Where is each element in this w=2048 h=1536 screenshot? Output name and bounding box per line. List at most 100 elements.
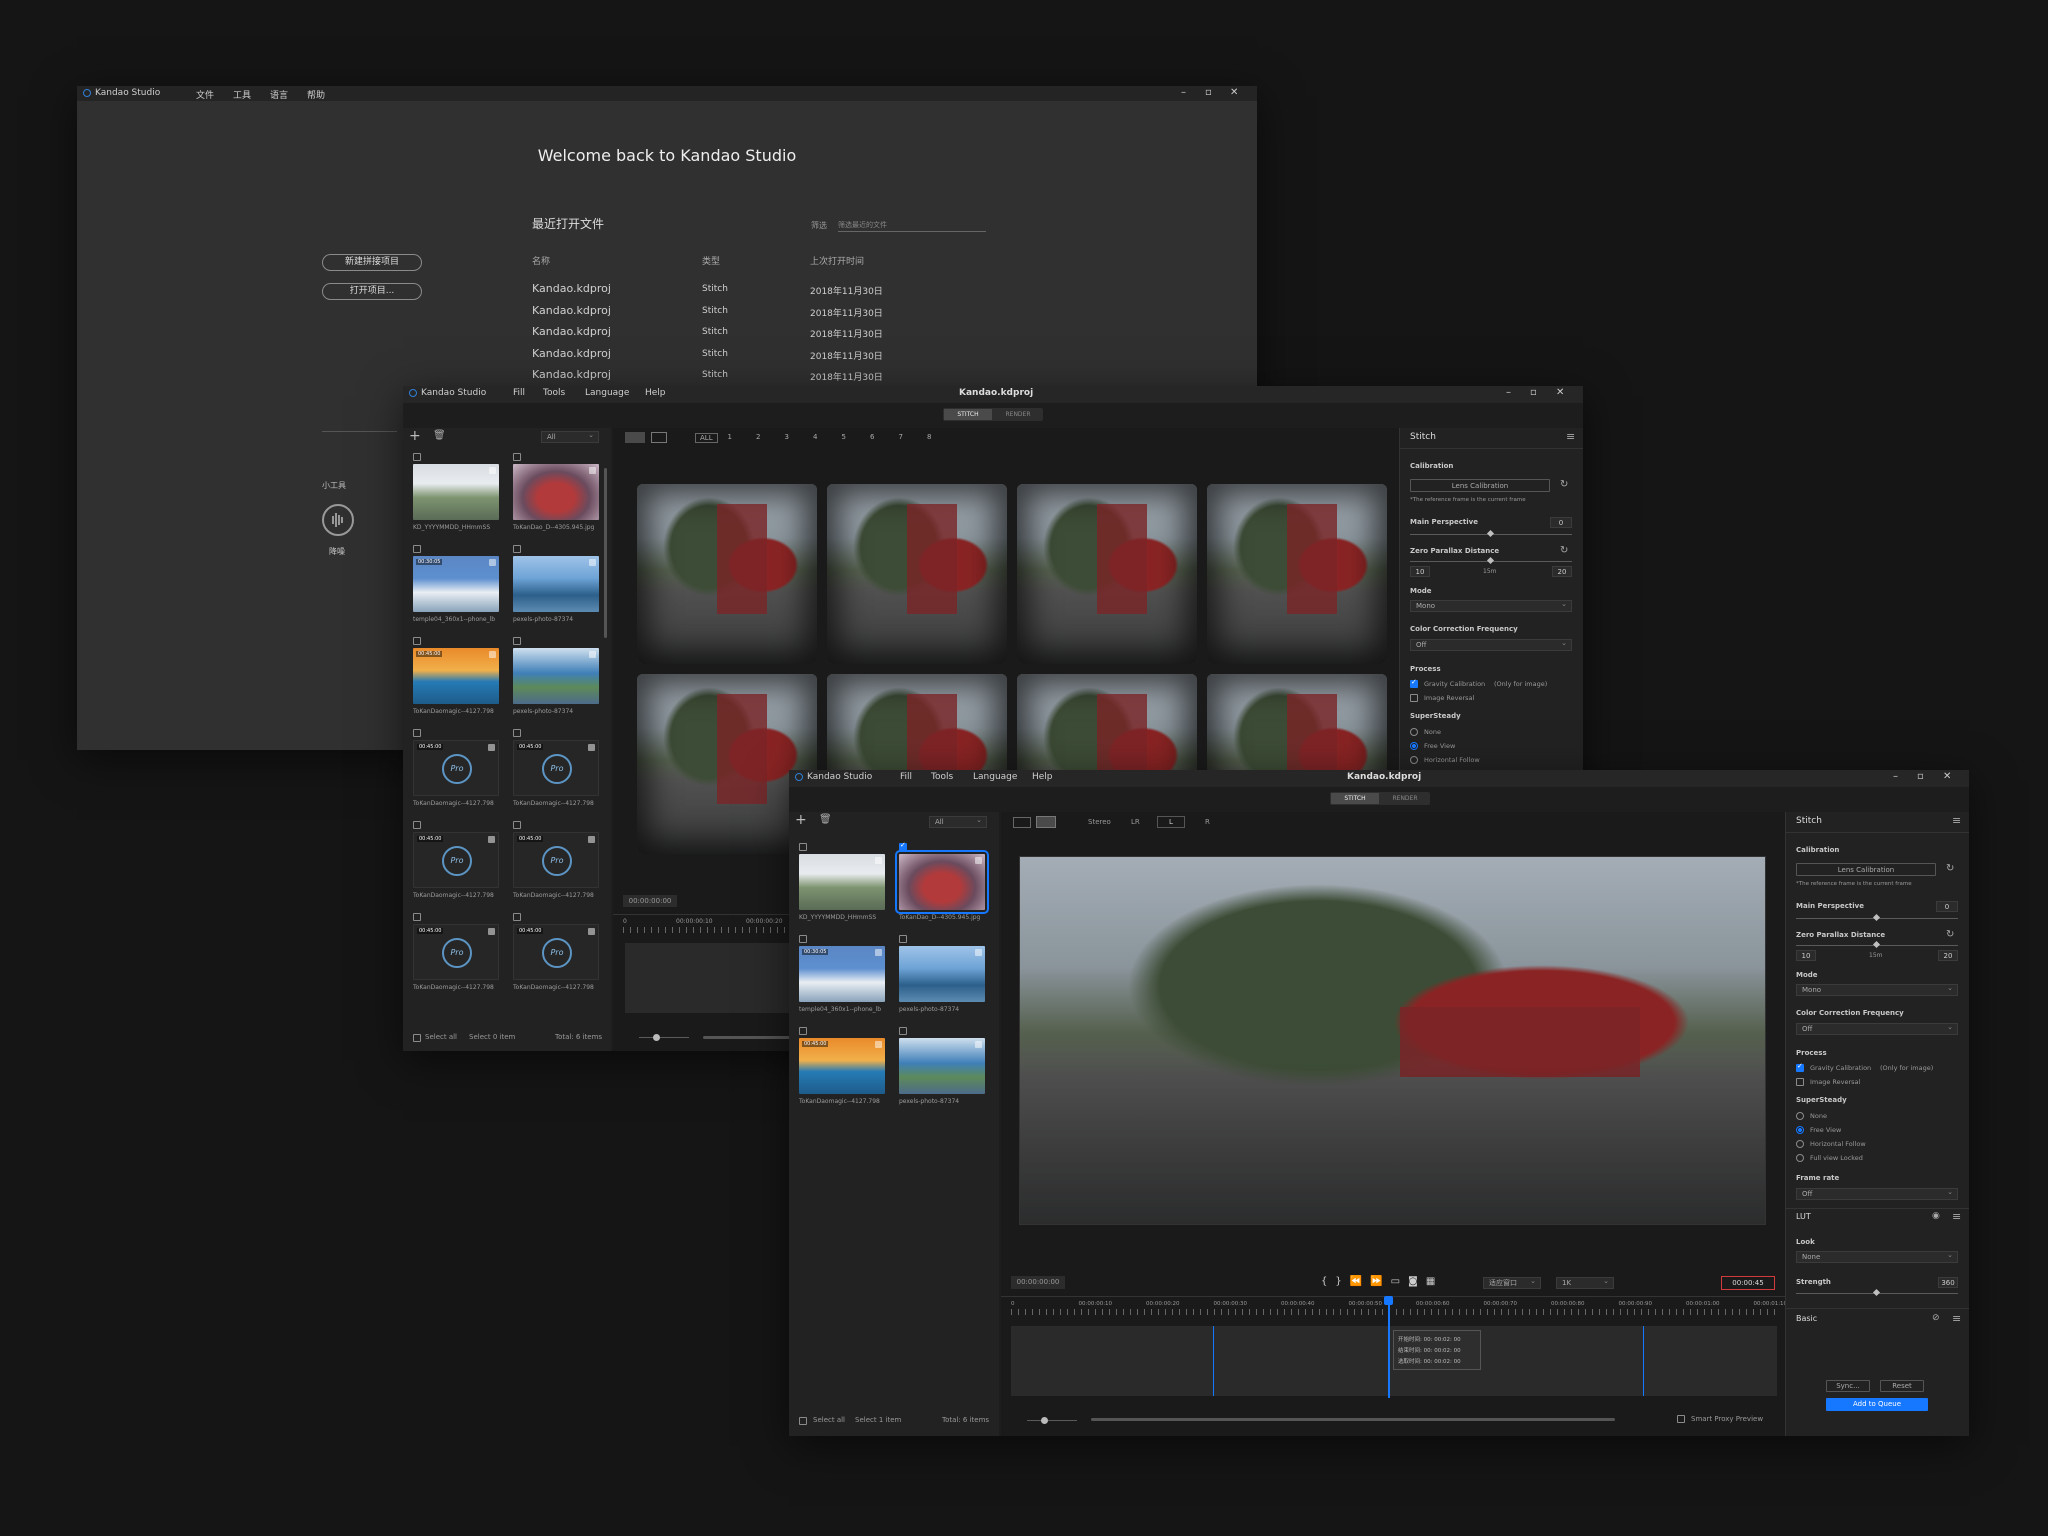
refresh-icon[interactable]: ↻ — [1560, 479, 1568, 490]
restore-icon[interactable]: ▫ — [1530, 387, 1537, 398]
zoom-slider-knob[interactable] — [1041, 1417, 1048, 1424]
camera-tab[interactable]: 3 — [781, 433, 793, 441]
menu-language[interactable]: 语言 — [270, 88, 288, 101]
mark-out-icon[interactable]: } — [1335, 1276, 1349, 1287]
add-to-queue-button[interactable]: Add to Queue — [1826, 1398, 1928, 1411]
media-thumbnail[interactable]: Pro 00:45:00 — [413, 832, 499, 888]
rewind-icon[interactable]: ⏪ — [1350, 1276, 1370, 1287]
single-view-icon[interactable] — [1036, 816, 1056, 828]
camera-tab[interactable]: 4 — [809, 433, 821, 441]
media-thumbnail[interactable] — [413, 464, 499, 520]
supersteady-freeview-radio[interactable] — [1796, 1126, 1804, 1134]
media-item-checkbox[interactable] — [413, 821, 421, 829]
recent-file-type[interactable]: Stitch — [702, 370, 728, 380]
media-item-checkbox[interactable] — [799, 935, 807, 943]
tab-render[interactable]: RENDER — [994, 409, 1042, 420]
tab-stitch[interactable]: STITCH — [1331, 793, 1379, 804]
mark-in-icon[interactable]: { — [1321, 1276, 1335, 1287]
media-item-checkbox[interactable] — [899, 935, 907, 943]
recent-file-type[interactable]: Stitch — [702, 349, 728, 359]
media-thumbnail[interactable] — [899, 1038, 985, 1094]
recent-file-name[interactable]: Kandao.kdproj — [532, 282, 611, 295]
eye-l-toggle[interactable]: L — [1157, 816, 1185, 828]
camera-tab[interactable]: 6 — [866, 433, 878, 441]
media-thumbnail[interactable]: 00:30:05 — [413, 556, 499, 612]
forward-icon[interactable]: ⏩ — [1370, 1276, 1390, 1287]
eye-hidden-icon[interactable]: ⊘ — [1932, 1313, 1940, 1323]
frame-rate-select[interactable]: Off — [1796, 1187, 1958, 1200]
media-item-checkbox[interactable] — [513, 821, 521, 829]
lens-calibration-button[interactable]: Lens Calibration — [1410, 479, 1550, 492]
media-item-checkbox[interactable] — [413, 545, 421, 553]
strength-value[interactable]: 360 — [1938, 1277, 1958, 1288]
supersteady-freeview-radio[interactable] — [1410, 742, 1418, 750]
media-thumbnail[interactable] — [799, 854, 885, 910]
slider-knob[interactable] — [1486, 529, 1495, 538]
media-item-checkbox[interactable] — [513, 729, 521, 737]
lr-toggle[interactable]: LR — [1131, 818, 1140, 826]
main-perspective-value[interactable]: 0 — [1936, 901, 1958, 912]
ccf-select[interactable]: Off — [1796, 1022, 1958, 1035]
tab-stitch[interactable]: STITCH — [944, 409, 992, 420]
slider-knob[interactable] — [1486, 556, 1495, 565]
supersteady-locked-radio[interactable] — [1796, 1154, 1804, 1162]
supersteady-horizontal-radio[interactable] — [1410, 756, 1418, 764]
media-item-checkbox[interactable] — [413, 637, 421, 645]
image-reversal-checkbox[interactable] — [1796, 1078, 1804, 1086]
recent-file-time[interactable]: 2018年11月30日 — [810, 370, 883, 383]
media-item-checkbox[interactable] — [413, 729, 421, 737]
range-start-marker[interactable] — [1213, 1326, 1214, 1396]
supersteady-none-radio[interactable] — [1796, 1112, 1804, 1120]
supersteady-none-radio[interactable] — [1410, 728, 1418, 736]
snapshot-icon[interactable]: ◙ — [1408, 1276, 1426, 1287]
refresh-icon[interactable]: ↻ — [1946, 929, 1954, 940]
camera-tab[interactable]: 8 — [923, 433, 935, 441]
close-icon[interactable]: ✕ — [1943, 771, 1951, 782]
new-stitch-project-button[interactable]: 新建拼接项目 — [322, 254, 422, 271]
recent-file-time[interactable]: 2018年11月30日 — [810, 349, 883, 362]
denoise-tool-button[interactable] — [322, 504, 354, 536]
zoom-slider[interactable] — [639, 1037, 689, 1038]
menu-help[interactable]: 帮助 — [307, 88, 325, 101]
minimize-icon[interactable]: – — [1506, 387, 1511, 398]
recent-file-time[interactable]: 2018年11月30日 — [810, 284, 883, 297]
restore-icon[interactable]: ▫ — [1917, 771, 1924, 782]
trash-icon[interactable]: 🗑 — [433, 430, 446, 441]
lens-calibration-button[interactable]: Lens Calibration — [1796, 863, 1936, 876]
minimize-icon[interactable]: – — [1893, 771, 1898, 782]
quality-select[interactable]: 1K — [1556, 1276, 1614, 1289]
media-thumbnail[interactable]: Pro 00:45:00 — [513, 740, 599, 796]
media-item-checkbox[interactable] — [513, 453, 521, 461]
media-item-checkbox[interactable] — [899, 841, 907, 851]
media-item-checkbox[interactable] — [413, 453, 421, 461]
add-media-icon[interactable]: + — [409, 428, 421, 444]
media-filter-select[interactable]: All — [541, 430, 599, 443]
tab-render[interactable]: RENDER — [1381, 793, 1429, 804]
select-all-checkbox[interactable] — [799, 1417, 807, 1425]
playhead-handle[interactable] — [1384, 1296, 1393, 1305]
playhead[interactable] — [1388, 1298, 1390, 1398]
sync-button[interactable]: Sync... — [1826, 1380, 1870, 1392]
menu-fill[interactable]: Fill — [513, 388, 525, 398]
look-select[interactable]: None — [1796, 1250, 1958, 1263]
close-icon[interactable]: ✕ — [1556, 387, 1564, 398]
reset-button[interactable]: Reset — [1880, 1380, 1924, 1392]
menu-tools[interactable]: Tools — [543, 388, 565, 398]
menu-tools[interactable]: Tools — [931, 772, 953, 782]
media-thumbnail[interactable]: Pro 00:45:00 — [513, 924, 599, 980]
mode-select[interactable]: Mono — [1796, 983, 1958, 996]
open-project-button[interactable]: 打开项目... — [322, 283, 422, 300]
media-thumbnail[interactable] — [899, 946, 985, 1002]
menu-help[interactable]: Help — [645, 388, 666, 398]
camera-view[interactable] — [1207, 484, 1387, 664]
recent-file-name[interactable]: Kandao.kdproj — [532, 347, 611, 360]
select-all-checkbox[interactable] — [413, 1034, 421, 1042]
recent-file-time[interactable]: 2018年11月30日 — [810, 306, 883, 319]
camera-view[interactable] — [637, 484, 817, 664]
media-thumbnail[interactable] — [513, 556, 599, 612]
menu-language[interactable]: Language — [973, 772, 1017, 782]
recent-file-time[interactable]: 2018年11月30日 — [810, 327, 883, 340]
recent-file-name[interactable]: Kandao.kdproj — [532, 368, 611, 381]
media-item-checkbox[interactable] — [513, 545, 521, 553]
trash-icon[interactable]: 🗑 — [819, 814, 832, 825]
